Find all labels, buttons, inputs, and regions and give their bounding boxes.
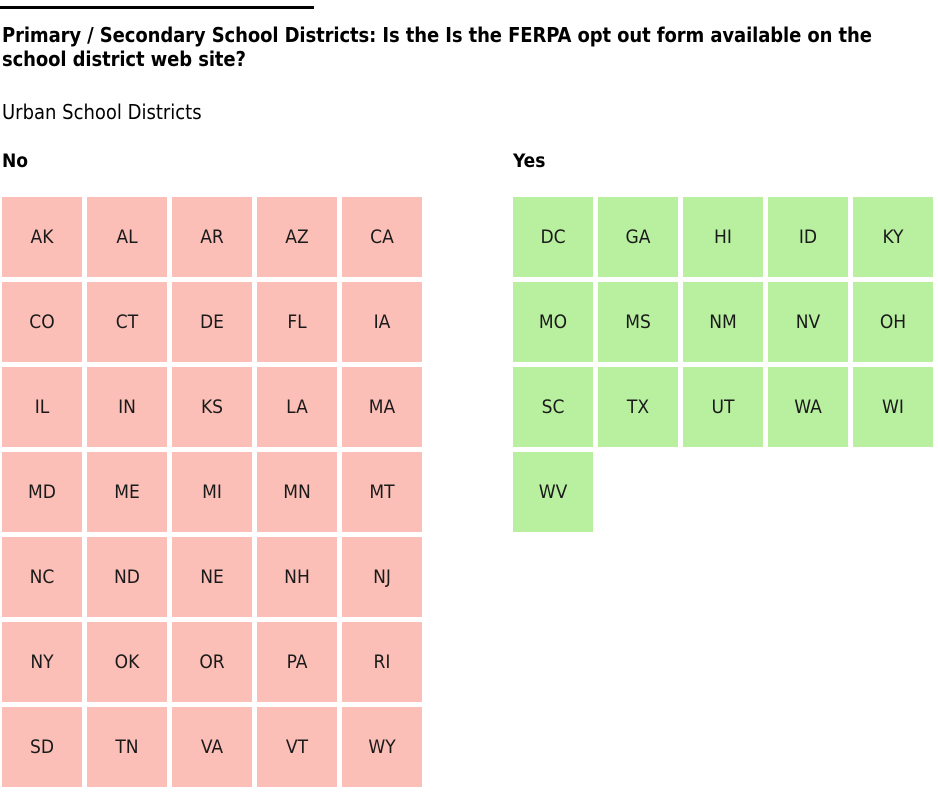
state-cell: ID — [768, 197, 848, 277]
state-cell: TN — [87, 707, 167, 787]
state-cell: NJ — [342, 537, 422, 617]
state-cell: AL — [87, 197, 167, 277]
state-cell: AZ — [257, 197, 337, 277]
state-cell: CO — [2, 282, 82, 362]
state-cell: ND — [87, 537, 167, 617]
state-cell: WV — [513, 452, 593, 532]
header-rule — [0, 6, 314, 9]
state-cell: KY — [853, 197, 933, 277]
state-cell: DE — [172, 282, 252, 362]
state-cell: ME — [87, 452, 167, 532]
state-cell: RI — [342, 622, 422, 702]
state-cell: OK — [87, 622, 167, 702]
state-cell: TX — [598, 367, 678, 447]
state-cell: GA — [598, 197, 678, 277]
state-cell: HI — [683, 197, 763, 277]
state-cell: IL — [2, 367, 82, 447]
state-cell: KS — [172, 367, 252, 447]
page-subtitle: Urban School Districts — [2, 100, 202, 124]
state-cell: IA — [342, 282, 422, 362]
state-cell: MD — [2, 452, 82, 532]
state-cell: MS — [598, 282, 678, 362]
state-cell: NV — [768, 282, 848, 362]
state-cell: CA — [342, 197, 422, 277]
state-cell: DC — [513, 197, 593, 277]
state-grid-yes: DC GA HI ID KY MO MS NM NV OH SC TX UT WA WI WV — [513, 197, 933, 532]
page-root: Primary / Secondary School Districts: Is… — [0, 0, 938, 795]
state-cell: AR — [172, 197, 252, 277]
state-cell: OR — [172, 622, 252, 702]
state-cell: NC — [2, 537, 82, 617]
state-cell: PA — [257, 622, 337, 702]
state-cell: CT — [87, 282, 167, 362]
group-label-no: No — [2, 150, 29, 172]
state-cell: NM — [683, 282, 763, 362]
state-cell: FL — [257, 282, 337, 362]
state-cell: MO — [513, 282, 593, 362]
state-cell: MA — [342, 367, 422, 447]
state-cell: WA — [768, 367, 848, 447]
state-cell: UT — [683, 367, 763, 447]
state-grid-no: AK AL AR AZ CA CO CT DE FL IA IL IN KS LA MA MD ME MI MN MT… — [2, 197, 422, 787]
state-cell: NY — [2, 622, 82, 702]
state-cell: NE — [172, 537, 252, 617]
state-cell: IN — [87, 367, 167, 447]
state-cell: SC — [513, 367, 593, 447]
state-cell: NH — [257, 537, 337, 617]
state-cell: SD — [2, 707, 82, 787]
state-cell: MI — [172, 452, 252, 532]
state-cell: LA — [257, 367, 337, 447]
page-title: Primary / Secondary School Districts: Is… — [2, 23, 872, 71]
state-cell: VA — [172, 707, 252, 787]
state-cell: MT — [342, 452, 422, 532]
state-cell: WY — [342, 707, 422, 787]
state-cell: VT — [257, 707, 337, 787]
state-cell: OH — [853, 282, 933, 362]
state-cell: AK — [2, 197, 82, 277]
state-cell: WI — [853, 367, 933, 447]
group-label-yes: Yes — [513, 150, 546, 172]
state-cell: MN — [257, 452, 337, 532]
